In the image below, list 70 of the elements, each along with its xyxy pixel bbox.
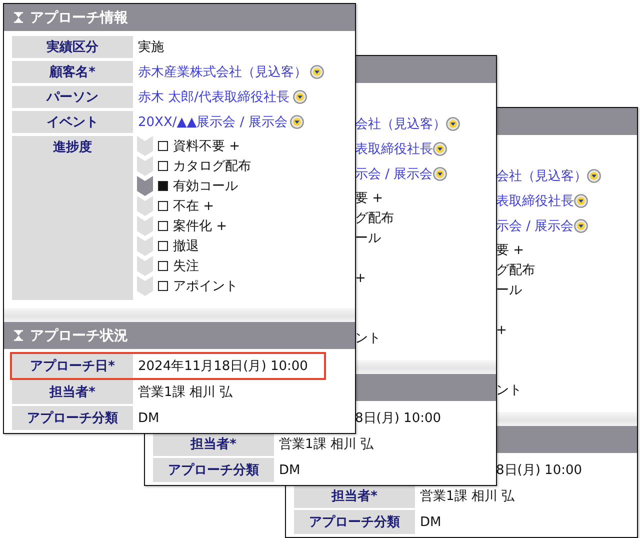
checkbox[interactable]	[158, 261, 168, 271]
field-value: DM	[138, 410, 160, 426]
step-label: ール	[496, 282, 522, 299]
step-label: 撤退	[173, 238, 199, 255]
step-label: 不在 +	[173, 198, 214, 215]
step-label: +	[496, 322, 507, 338]
link[interactable]: 会社（見込客）	[496, 167, 587, 185]
dropdown-icon[interactable]	[292, 90, 307, 104]
hourglass-icon[interactable]	[14, 330, 23, 341]
field-label: アプローチ日*	[12, 354, 133, 378]
field-value: 8日(月) 10:00	[496, 462, 582, 479]
checkbox[interactable]	[158, 161, 168, 171]
link[interactable]: 赤木産業株式会社（見込客）	[138, 63, 307, 81]
field-value: DM	[420, 514, 442, 530]
step-label: グ配布	[496, 262, 535, 279]
step-label: グ配布	[355, 210, 394, 227]
link[interactable]: 表取締役社長	[355, 140, 433, 158]
step-label: 有効コール	[173, 178, 238, 195]
field-label: パーソン	[12, 86, 133, 108]
field-value: 営業1課 相川 弘	[138, 384, 233, 401]
dropdown-icon[interactable]	[432, 167, 447, 181]
field-value: 営業1課 相川 弘	[279, 436, 374, 453]
step-label: アポイント	[173, 278, 238, 295]
field-label: 担当者*	[294, 484, 415, 508]
dropdown-icon[interactable]	[574, 194, 588, 208]
dropdown-icon[interactable]	[290, 115, 304, 129]
field-label: 担当者*	[12, 380, 133, 404]
step-label: 要 +	[496, 242, 524, 259]
step-label: 案件化 +	[173, 218, 228, 235]
field-label: アプローチ分類	[294, 510, 415, 534]
checkbox[interactable]	[158, 141, 168, 151]
step-label: ント	[496, 382, 522, 399]
link[interactable]: 20XX/▲▲展示会 / 展示会	[138, 113, 288, 131]
step-label: カタログ配布	[173, 158, 251, 175]
step-label: +	[355, 270, 366, 286]
field-label: 顧客名*	[12, 61, 133, 83]
step-label: 資料不要 +	[173, 138, 240, 155]
field-value: 実施	[138, 39, 164, 56]
dropdown-icon[interactable]	[587, 169, 601, 183]
link[interactable]: 表取締役社長	[496, 192, 574, 210]
step-label: 要 +	[355, 190, 384, 207]
link[interactable]: 会社（見込客）	[355, 115, 446, 133]
step-label: 失注	[173, 258, 199, 275]
field-label: アプローチ分類	[12, 406, 133, 430]
step-label: ント	[355, 330, 381, 347]
dropdown-icon[interactable]	[310, 65, 324, 79]
field-label: 進捗度	[12, 136, 133, 300]
dropdown-icon[interactable]	[446, 117, 460, 131]
field-value: 2024年11月18日(月) 10:00	[138, 358, 308, 375]
checkbox[interactable]	[158, 241, 168, 251]
checkbox[interactable]	[158, 281, 168, 291]
field-label: イベント	[12, 111, 133, 133]
step-label: ール	[355, 230, 381, 247]
link[interactable]: 示会 / 展示会	[355, 165, 433, 183]
dropdown-icon[interactable]	[433, 142, 447, 156]
section-title: アプローチ状況	[30, 326, 128, 344]
field-label: 担当者*	[153, 432, 274, 456]
section-title: アプローチ情報	[30, 8, 128, 26]
checkbox[interactable]	[158, 181, 168, 191]
checkbox[interactable]	[158, 201, 168, 211]
hourglass-icon[interactable]	[14, 12, 23, 23]
field-value: 営業1課 相川 弘	[420, 488, 515, 505]
field-label: アプローチ分類	[153, 458, 274, 482]
link[interactable]: 赤木 太郎/代表取締役社長	[138, 88, 290, 106]
link[interactable]: 示会 / 展示会	[496, 217, 574, 235]
checkbox[interactable]	[158, 221, 168, 231]
dropdown-icon[interactable]	[574, 219, 588, 233]
field-value: DM	[279, 462, 300, 478]
field-label: 実績区分	[12, 36, 133, 58]
field-value: 8日(月) 10:00	[355, 410, 442, 427]
